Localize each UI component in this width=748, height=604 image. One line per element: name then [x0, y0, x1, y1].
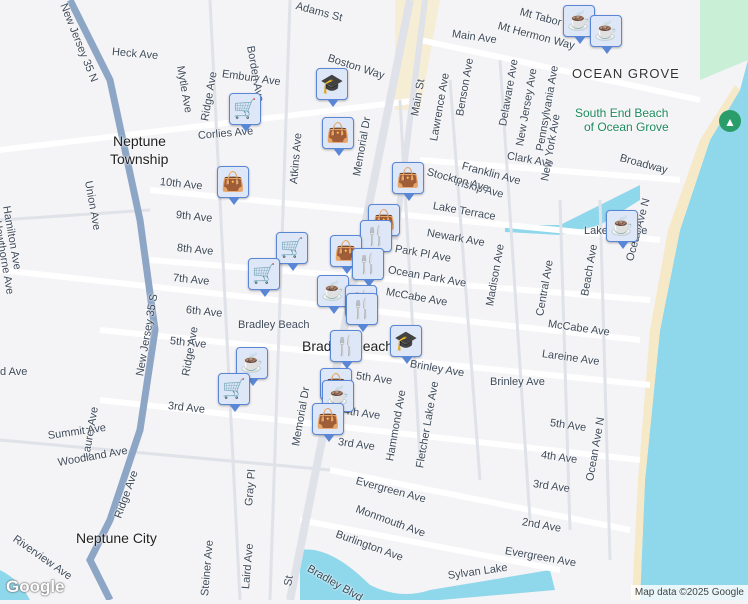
map-marker-shopping-cart[interactable]: 🛒 [229, 93, 261, 132]
coffee-icon: ☕ [610, 216, 634, 237]
map-marker-restaurant[interactable]: 🍴 [352, 248, 384, 287]
highway-35 [66, 0, 159, 600]
coffee-icon: ☕ [567, 11, 591, 32]
shopping-cart-icon: 🛒 [222, 379, 246, 400]
shopping-cart-icon: 🛒 [252, 264, 276, 285]
map-marker-restaurant[interactable]: 🍴 [330, 330, 362, 369]
map-marker-coffee[interactable]: ☕ [590, 15, 622, 54]
map-marker-shopping-bag[interactable]: 👜 [392, 162, 424, 201]
street-label: Township [110, 151, 169, 167]
street-label: South End Beach [575, 106, 669, 120]
map-marker-shopping-cart[interactable]: 🛒 [248, 258, 280, 297]
street-label: of Ocean Grove [584, 120, 669, 134]
shopping-cart-icon: 🛒 [233, 99, 257, 120]
restaurant-icon: 🍴 [364, 226, 388, 247]
map-marker-coffee[interactable]: ☕ [606, 210, 638, 249]
shopping-bag-icon: 👜 [221, 172, 245, 193]
map-marker-shopping-bag[interactable]: 👜 [312, 403, 344, 442]
shopping-cart-icon: 🛒 [280, 238, 304, 259]
map-marker-school[interactable]: 🎓 [316, 68, 348, 107]
restaurant-icon: 🍴 [356, 254, 380, 275]
google-logo[interactable]: Google [6, 577, 65, 597]
street-label: Bradley Beach [238, 319, 310, 331]
street-label: Neptune City [76, 530, 157, 546]
map-attribution[interactable]: Map data ©2025 Google [630, 585, 748, 600]
map-marker-restaurant[interactable]: 🍴 [346, 293, 378, 332]
map-marker-shopping-bag[interactable]: 👜 [217, 166, 249, 205]
street-label: St [282, 574, 296, 588]
school-icon: 🎓 [320, 74, 344, 95]
map-marker-shopping-cart[interactable]: 🛒 [276, 232, 308, 271]
restaurant-icon: 🍴 [334, 336, 358, 357]
map-marker-shopping-cart[interactable]: 🛒 [218, 373, 250, 412]
coffee-icon: ☕ [240, 353, 264, 374]
school-icon: 🎓 [394, 331, 418, 352]
street-label: Neptune [113, 133, 166, 149]
map-marker-shopping-bag[interactable]: 👜 [322, 117, 354, 156]
coffee-icon: ☕ [321, 281, 345, 302]
shopping-bag-icon: 👜 [316, 409, 340, 430]
shopping-bag-icon: 👜 [396, 168, 420, 189]
tree-icon: ▲ [724, 115, 736, 129]
street-label: d Ave [0, 366, 28, 378]
park [700, 0, 748, 80]
street-label: OCEAN GROVE [572, 66, 680, 81]
shopping-bag-icon: 👜 [326, 123, 350, 144]
map-marker-school[interactable]: 🎓 [390, 325, 422, 364]
restaurant-icon: 🍴 [350, 299, 374, 320]
street-label: Brinley Ave [490, 376, 545, 388]
coffee-icon: ☕ [594, 21, 618, 42]
